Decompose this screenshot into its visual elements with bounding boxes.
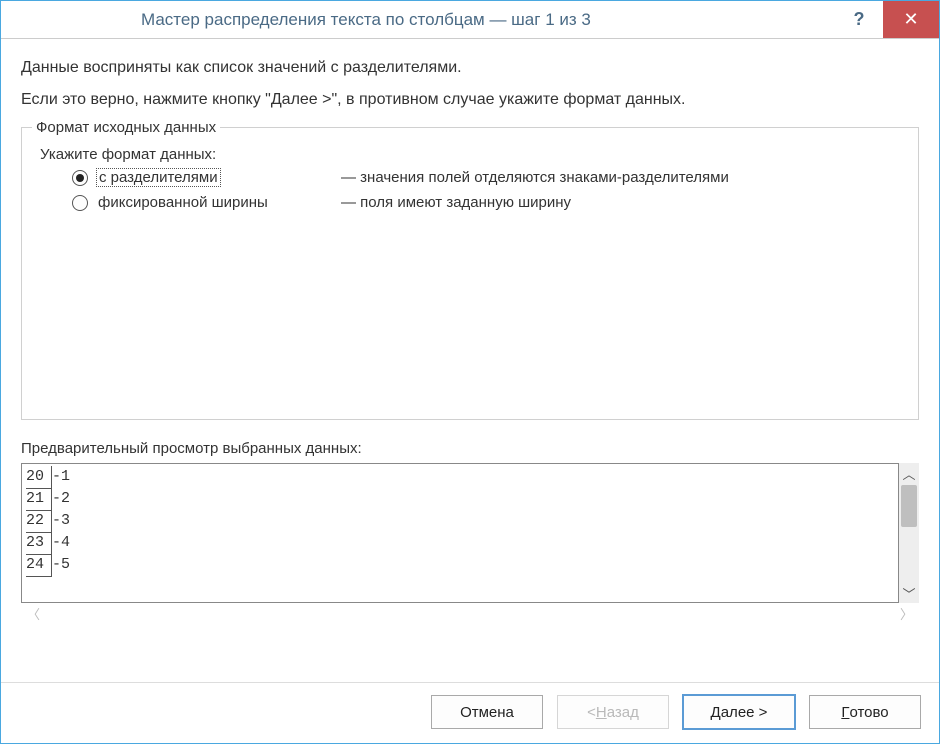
preview-row-text: -5 [52,554,70,576]
preview-row-number: 23 [26,532,52,555]
help-icon: ? [854,9,865,30]
preview-box[interactable]: 20-121-222-323-424-5 [21,463,899,603]
titlebar-buttons: ? ✕ [835,1,939,38]
radio-icon [72,170,88,186]
group-legend: Формат исходных данных [32,119,220,136]
next-accel: Д [711,704,721,721]
preview-row-number: 20 [26,466,52,489]
dialog-footer: Отмена < Назад Далее > Готово [1,682,939,743]
preview-row-number: 22 [26,510,52,533]
vertical-scrollbar[interactable]: ︿ ﹀ [899,463,919,603]
close-icon: ✕ [903,9,918,30]
radio-fixed-label: фиксированной ширины [96,194,270,211]
back-accel: Н [596,704,607,721]
preview-row-text: -3 [52,510,70,532]
titlebar-title: Мастер распределения текста по столбцам … [141,10,591,30]
scroll-left-icon[interactable]: 〈 [27,604,40,623]
scroll-right-icon[interactable]: 〉 [900,604,913,623]
finish-button[interactable]: Готово [809,695,921,729]
radio-delimited-explain: — значения полей отделяются знаками-разд… [341,169,729,186]
radio-dot-icon [76,174,84,182]
radio-delimited-label: с разделителями [96,168,221,187]
preview-row-text: -4 [52,532,70,554]
help-button[interactable]: ? [835,1,883,38]
preview-row: 23-4 [26,532,898,554]
preview-area: 20-121-222-323-424-5 ︿ ﹀ [21,463,919,603]
titlebar: Мастер распределения текста по столбцам … [1,1,939,39]
scroll-up-icon[interactable]: ︿ [899,463,919,483]
horizontal-scrollbar[interactable]: 〈 〉 [21,603,919,623]
preview-row: 24-5 [26,554,898,576]
preview-row: 20-1 [26,466,898,488]
radio-delimited[interactable]: с разделителями — значения полей отделяю… [72,169,908,186]
scroll-down-icon[interactable]: ﹀ [899,583,919,603]
source-format-group: Формат исходных данных Укажите формат да… [21,119,919,420]
description-line1: Данные восприняты как список значений с … [21,59,919,77]
group-subhead: Укажите формат данных: [40,146,908,163]
cancel-button[interactable]: Отмена [431,695,543,729]
wizard-dialog: Мастер распределения текста по столбцам … [0,0,940,744]
preview-row-text: -1 [52,466,70,488]
dialog-body: Данные восприняты как список значений с … [1,39,939,682]
radio-fixed-explain: — поля имеют заданную ширину [341,194,571,211]
preview-label: Предварительный просмотр выбранных данны… [21,440,919,457]
finish-accel: Г [841,704,849,721]
back-button: < Назад [557,695,669,729]
description-line2: Если это верно, нажмите кнопку "Далее >"… [21,91,919,109]
preview-row-number: 21 [26,488,52,511]
close-button[interactable]: ✕ [883,1,939,38]
radio-icon [72,195,88,211]
preview-row: 22-3 [26,510,898,532]
next-button[interactable]: Далее > [683,695,795,729]
radio-fixed[interactable]: фиксированной ширины — поля имеют заданн… [72,194,908,211]
preview-row: 21-2 [26,488,898,510]
preview-row-number: 24 [26,554,52,577]
scroll-thumb[interactable] [901,485,917,527]
preview-row-text: -2 [52,488,70,510]
